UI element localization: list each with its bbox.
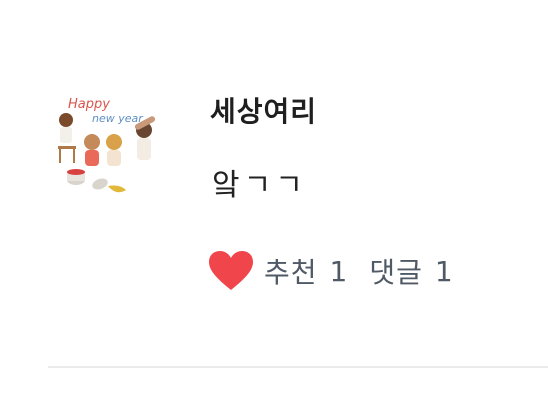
divider — [48, 366, 548, 368]
post-meta: 추천 1 댓글 1 — [208, 248, 453, 294]
avatar[interactable]: Happy new year — [48, 80, 168, 200]
post-item[interactable]: Happy new year 세상여리 앜ㄱㄱ 추천 1 댓글 1 — [0, 0, 548, 411]
author-name[interactable]: 세상여리 — [210, 94, 317, 130]
avatar-caption-happy: Happy — [68, 97, 110, 112]
recommend-label: 추천 — [264, 256, 318, 289]
comment-label[interactable]: 댓글 — [369, 251, 423, 291]
comment-count: 1 — [434, 254, 453, 288]
post-text[interactable]: 앜ㄱㄱ — [212, 166, 307, 206]
heart-icon[interactable] — [208, 250, 254, 292]
avatar-illustration: Happy new year — [48, 80, 168, 200]
avatar-caption-new-year: new year — [92, 112, 144, 125]
recommend-count: 1 — [329, 254, 348, 288]
